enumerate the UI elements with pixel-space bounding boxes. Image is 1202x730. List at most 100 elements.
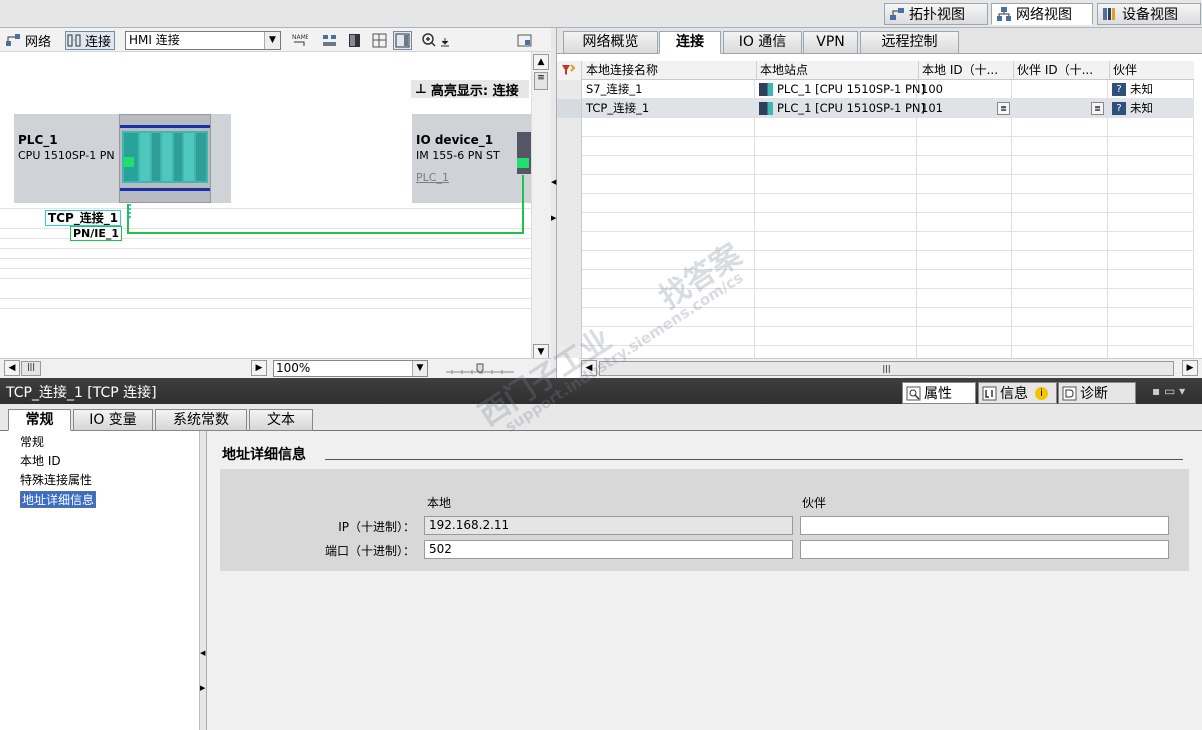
grid-icon[interactable] [370,31,389,50]
inspector-splitter[interactable]: ◀ ▶ [200,431,207,730]
window-controls-icon[interactable]: ▪ ▭ ▾ [1152,384,1185,398]
nav-item-local-id[interactable]: 本地 ID [20,453,61,470]
collapse-left-icon[interactable]: ◀ [551,178,556,186]
station-icon[interactable] [345,31,364,50]
tab-network-overview[interactable]: 网络概览 [563,31,658,54]
warning-icon: i [1035,386,1048,400]
tab-network-view[interactable]: 网络视图 [991,3,1093,25]
nav-item-address-details[interactable]: 地址详细信息 [20,491,97,508]
partner-cell[interactable]: ? 未知 [1109,80,1153,99]
filter-icon[interactable] [557,61,582,80]
zoom-icon[interactable] [420,31,454,50]
connection-name-cell[interactable]: S7_连接_1 [583,80,642,99]
cpu-icon [759,102,773,115]
network-view-icon [996,6,1012,22]
network-editor-pane: 网络 连接 HMI 连接 ▼ NAME ⊥ 高亮显示: 连接 PLC_1 CPU… [0,28,551,382]
network-icon [5,33,22,48]
hscroll-thumb[interactable]: ||| [599,361,1174,376]
column-header[interactable]: 本地连接名称 [583,61,755,80]
scroll-right-icon[interactable]: ▶ [251,360,267,376]
tab-connections[interactable]: 连接 [659,31,721,54]
scroll-thumb[interactable]: ≡ [534,72,548,90]
connection-label-box[interactable]: TCP_连接_1 [45,210,122,226]
column-header[interactable]: 本地 ID（十... [918,61,1012,80]
inspector-subtabs: 常规 IO 变量 系统常数 文本 [0,404,1202,431]
tab-label: 设备视图 [1122,7,1178,23]
table-row-empty [557,175,1194,194]
tab-system-constants[interactable]: 系统常数 [155,409,247,431]
chevron-down-icon: ▼ [264,32,280,49]
collapse-panel-icon[interactable] [515,31,534,50]
row-header[interactable] [557,80,582,99]
connection-mode-button[interactable]: 连接 [65,31,116,50]
vertical-scrollbar[interactable]: ▲ ≡ ▼ ⊡ [531,52,551,382]
local-id-cell[interactable]: 101 [918,99,943,118]
tab-remote-control[interactable]: 远程控制 [860,31,959,54]
table-row-empty [557,289,1194,308]
tab-general[interactable]: 常规 [8,409,71,431]
tab-device-view[interactable]: 设备视图 [1097,3,1201,25]
connection-type-select[interactable]: HMI 连接 ▼ [125,31,281,50]
zoom-slider[interactable] [446,363,514,375]
partner-id-cell[interactable] [1013,99,1016,118]
local-ip-field[interactable]: 192.168.2.11 [424,516,793,535]
expand-right-icon[interactable]: ▶ [551,214,556,222]
row-header[interactable] [557,99,582,118]
table-row-empty [557,137,1194,156]
table-row[interactable]: TCP_连接_1 PLC_1 [CPU 1510SP-1 PN] 101 ≣ ≣… [557,99,1194,118]
nav-item-general[interactable]: 常规 [20,434,44,451]
partner-port-field[interactable] [800,540,1169,559]
scroll-left-icon[interactable]: ◀ [4,360,20,376]
subnet-label-box[interactable]: PN/IE_1 [70,226,123,241]
table-horizontal-scrollbar[interactable]: ◀ ||| ▶ [579,358,1202,378]
chevron-down-icon: ▼ [412,361,427,376]
tab-vpn[interactable]: VPN [803,31,858,54]
tab-info[interactable]: 信息 i [978,382,1057,404]
show-names-button[interactable]: NAME [290,31,309,50]
tab-properties[interactable]: 属性 [902,382,976,404]
partner-cell[interactable]: ? 未知 [1109,99,1153,118]
list-picker-icon[interactable]: ≣ [1091,102,1104,115]
list-picker-icon[interactable]: ≣ [997,102,1010,115]
hscroll-thumb[interactable]: ||| [21,361,41,376]
inspector-content: 地址详细信息 本地 伙伴 IP（十进制）： 端口（十进制）： 192.168.2… [207,431,1202,730]
tab-label: 属性 [924,386,952,402]
row-header [557,232,582,251]
column-header[interactable]: 伙伴 ID（十... [1013,61,1108,80]
ip-label: IP（十进制）： [338,520,415,534]
column-header[interactable]: 伙伴 [1109,61,1194,80]
nav-item-special-properties[interactable]: 特殊连接属性 [20,472,92,489]
station-cell[interactable]: PLC_1 [CPU 1510SP-1 PN] [756,99,925,118]
tab-topology-view[interactable]: 拓扑视图 [884,3,988,25]
scroll-right-icon[interactable]: ▶ [1182,360,1198,376]
network-canvas[interactable]: ⊥ 高亮显示: 连接 PLC_1 CPU 1510SP-1 PN IO devi… [0,52,531,382]
device-view-icon [1102,6,1118,22]
expand-right-icon[interactable]: ▶ [200,684,205,692]
tab-io-communication[interactable]: IO 通信 [723,31,802,54]
tab-diagnostics[interactable]: 诊断 [1058,382,1136,404]
inspector-title: TCP_连接_1 [TCP 连接] [6,385,157,401]
partner-ip-field[interactable] [800,516,1169,535]
tab-label: 诊断 [1080,386,1108,402]
network-mode-button[interactable]: 网络 [5,31,51,50]
table-row[interactable]: S7_连接_1 PLC_1 [CPU 1510SP-1 PN] 100 ? 未知 [557,80,1194,99]
zoom-select[interactable]: 100% ▼ [273,360,428,377]
scroll-up-icon[interactable]: ▲ [533,54,549,70]
tab-texts[interactable]: 文本 [249,409,313,431]
collapse-left-icon[interactable]: ◀ [200,649,205,657]
table-row-empty [557,327,1194,346]
table-row-empty [557,232,1194,251]
station-cell[interactable]: PLC_1 [CPU 1510SP-1 PN] [756,80,925,99]
table-row-empty [557,251,1194,270]
partner-id-cell[interactable] [1013,80,1016,99]
tab-io-tags[interactable]: IO 变量 [73,409,153,431]
row-header [557,289,582,308]
panel-view-icon[interactable] [393,31,412,50]
connection-name-cell[interactable]: TCP_连接_1 [583,99,649,118]
assign-icon[interactable] [320,31,339,50]
station-text: PLC_1 [CPU 1510SP-1 PN] [777,82,926,96]
local-port-field[interactable]: 502 [424,540,793,559]
local-id-cell[interactable]: 100 [918,80,943,99]
scroll-left-icon[interactable]: ◀ [581,360,597,376]
column-header[interactable]: 本地站点 [756,61,917,80]
